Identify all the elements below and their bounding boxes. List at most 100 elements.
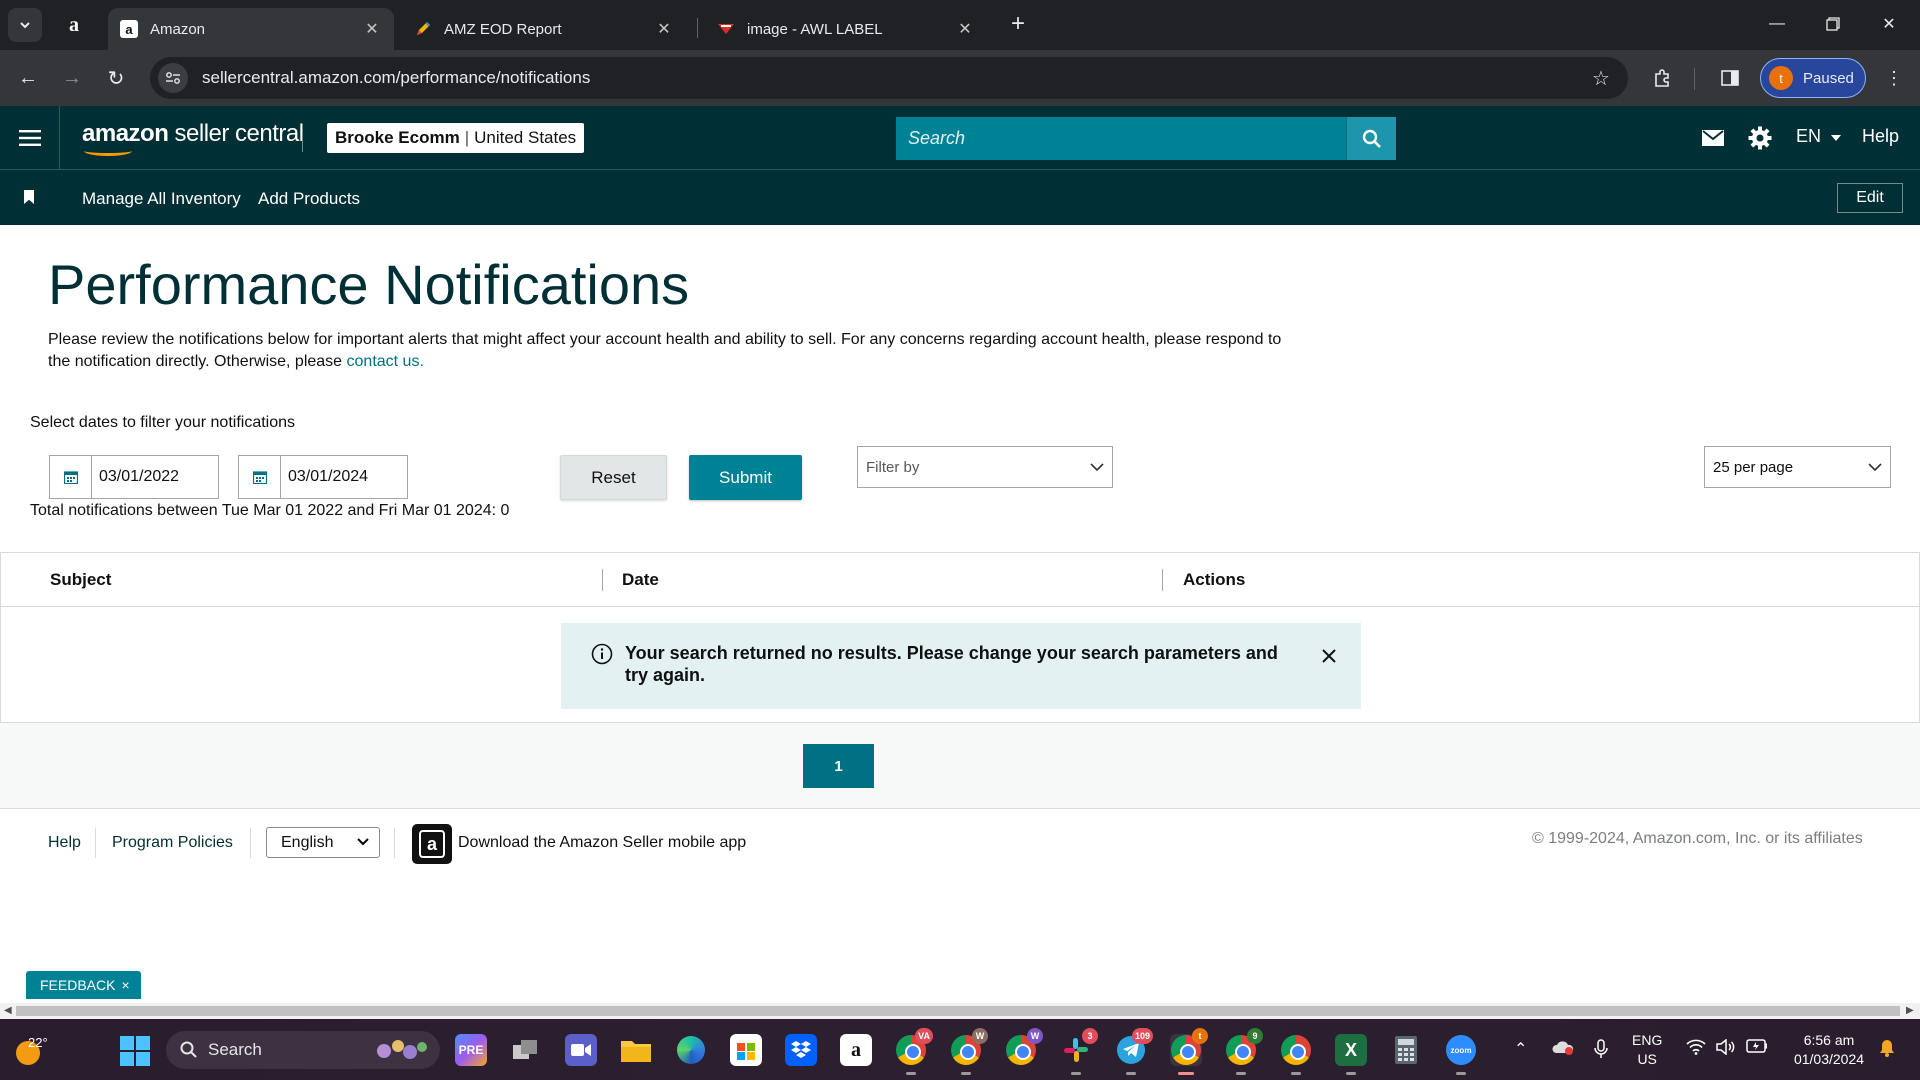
chrome-profile-va-icon[interactable]: VA [895, 1028, 933, 1075]
slack-icon[interactable]: 3 [1060, 1028, 1098, 1075]
nav-manage-all-inventory[interactable]: Manage All Inventory [82, 189, 241, 209]
address-bar[interactable]: sellercentral.amazon.com/performance/not… [150, 57, 1628, 99]
wifi-icon[interactable] [1686, 1039, 1706, 1060]
footer-language-select[interactable]: English [266, 827, 380, 858]
profile-button[interactable]: t Paused [1760, 58, 1866, 98]
battery-icon[interactable] [1746, 1039, 1768, 1058]
teams-meet-icon[interactable] [565, 1034, 597, 1066]
program-policies-link[interactable]: Program Policies [112, 834, 233, 852]
url-text: sellercentral.amazon.com/performance/not… [202, 68, 591, 87]
task-view-icon[interactable] [510, 1034, 542, 1066]
calendar-icon[interactable] [239, 456, 281, 498]
taskbar-search[interactable]: Search [166, 1031, 440, 1069]
start-date-input[interactable]: 03/01/2022 [92, 456, 179, 498]
extensions-icon[interactable] [1648, 64, 1676, 92]
windows-start-icon[interactable] [120, 1036, 150, 1066]
input-language-indicator[interactable]: ENG US [1632, 1031, 1662, 1069]
forward-arrow-icon[interactable]: → [56, 62, 88, 94]
submit-button[interactable]: Submit [689, 455, 802, 500]
close-window-icon[interactable]: ✕ [1864, 8, 1914, 40]
microsoft-store-icon[interactable] [730, 1034, 762, 1066]
new-tab-button[interactable]: + [1004, 10, 1032, 38]
site-info-icon[interactable] [158, 63, 188, 93]
footer-help-link[interactable]: Help [48, 834, 81, 852]
amazon-seller-central-logo[interactable]: amazon seller central [82, 120, 304, 156]
minimize-icon[interactable]: — [1752, 8, 1802, 40]
weather-widget[interactable]: 22° [14, 1033, 48, 1065]
edge-icon[interactable] [675, 1034, 707, 1066]
language-selector[interactable]: EN [1796, 126, 1842, 147]
chrome-profile-w-icon[interactable]: W [950, 1028, 988, 1075]
end-date-input[interactable]: 03/01/2024 [281, 456, 368, 498]
page-button-current[interactable]: 1 [803, 744, 874, 788]
search-button[interactable] [1346, 117, 1396, 160]
download-app-link[interactable]: Download the Amazon Seller mobile app [458, 834, 746, 852]
feedback-button[interactable]: FEEDBACK × [26, 971, 141, 999]
feedback-close-icon[interactable]: × [121, 977, 129, 993]
chrome-profile-w2-icon[interactable]: W [1005, 1028, 1043, 1066]
column-header-date[interactable]: Date [622, 570, 659, 590]
reset-button[interactable]: Reset [560, 455, 667, 500]
calendar-icon[interactable] [50, 456, 92, 498]
copilot-icon[interactable]: PRE [455, 1034, 487, 1066]
search-input[interactable] [896, 117, 1346, 160]
nav-add-products[interactable]: Add Products [258, 189, 360, 209]
tab-awl-label[interactable]: image - AWL LABEL ✕ [705, 8, 987, 50]
file-explorer-icon[interactable] [620, 1034, 652, 1066]
onedrive-error-icon[interactable] [1552, 1039, 1574, 1060]
column-header-subject[interactable]: Subject [50, 570, 111, 590]
scrollbar-thumb[interactable] [16, 1006, 1900, 1016]
tab-amz-eod-report[interactable]: AMZ EOD Report ✕ [402, 8, 686, 50]
account-divider: | [464, 128, 470, 147]
chrome-profile-avatar-icon[interactable] [1280, 1034, 1312, 1075]
telegram-icon[interactable]: 109 [1115, 1028, 1153, 1075]
footer-divider [394, 828, 395, 858]
tab-close-icon[interactable]: ✕ [362, 19, 382, 39]
end-date-picker[interactable]: 03/01/2024 [238, 455, 408, 499]
restore-icon[interactable] [1808, 8, 1858, 40]
scroll-left-arrow-icon[interactable]: ◀ [4, 1005, 12, 1016]
pinned-tab-amazon[interactable]: a [58, 10, 90, 40]
side-panel-icon[interactable] [1716, 64, 1744, 92]
menu-icon[interactable] [0, 106, 60, 169]
tab-amazon[interactable]: a Amazon ✕ [108, 8, 394, 50]
account-switcher[interactable]: Brooke Ecomm | United States [327, 123, 585, 153]
calculator-icon[interactable] [1390, 1034, 1422, 1066]
settings-gear-icon[interactable] [1746, 124, 1774, 152]
clock[interactable]: 6:56 am 01/03/2024 [1784, 1031, 1874, 1069]
feedback-label: FEEDBACK [40, 977, 116, 993]
back-arrow-icon[interactable]: ← [12, 62, 44, 94]
chrome-active-icon[interactable]: t [1170, 1028, 1208, 1075]
filter-by-dropdown[interactable]: Filter by [857, 446, 1113, 488]
microphone-icon[interactable] [1594, 1039, 1608, 1064]
contact-us-link[interactable]: contact us. [347, 353, 424, 370]
tab-close-icon[interactable]: ✕ [955, 19, 975, 39]
amazon-seller-app-icon[interactable]: a [412, 824, 452, 864]
help-link[interactable]: Help [1862, 126, 1899, 147]
amazon-app-icon[interactable]: a [840, 1034, 872, 1066]
chrome-profile-9-icon[interactable]: 9 [1225, 1028, 1263, 1075]
footer-language-value: English [281, 833, 334, 851]
notification-bell-icon[interactable] [1878, 1039, 1896, 1062]
show-hidden-icons-icon[interactable]: ⌃ [1514, 1039, 1527, 1059]
start-date-picker[interactable]: 03/01/2022 [49, 455, 219, 499]
close-icon[interactable] [1317, 644, 1341, 668]
horizontal-scrollbar[interactable]: ◀ ▶ [0, 1003, 1920, 1019]
volume-icon[interactable] [1716, 1038, 1736, 1060]
tab-search-button[interactable] [8, 8, 42, 42]
zoom-icon[interactable]: zoom [1445, 1034, 1477, 1075]
excel-icon[interactable]: X [1335, 1034, 1367, 1075]
more-menu-icon[interactable]: ⋮ [1880, 64, 1908, 92]
chrome-profile-badge: VA [915, 1028, 933, 1044]
profile-status: Paused [1803, 69, 1854, 87]
bookmark-star-icon[interactable]: ☆ [1586, 66, 1616, 91]
reload-icon[interactable]: ↻ [100, 62, 132, 94]
dropbox-icon[interactable] [785, 1034, 817, 1066]
scroll-right-arrow-icon[interactable]: ▶ [1906, 1005, 1914, 1016]
per-page-dropdown[interactable]: 25 per page [1704, 446, 1891, 488]
language-line-1: ENG [1632, 1032, 1663, 1048]
tab-close-icon[interactable]: ✕ [654, 19, 674, 39]
mail-icon[interactable] [1699, 124, 1727, 152]
edit-bookmarks-button[interactable]: Edit [1837, 183, 1903, 213]
bookmark-icon[interactable] [24, 190, 34, 204]
